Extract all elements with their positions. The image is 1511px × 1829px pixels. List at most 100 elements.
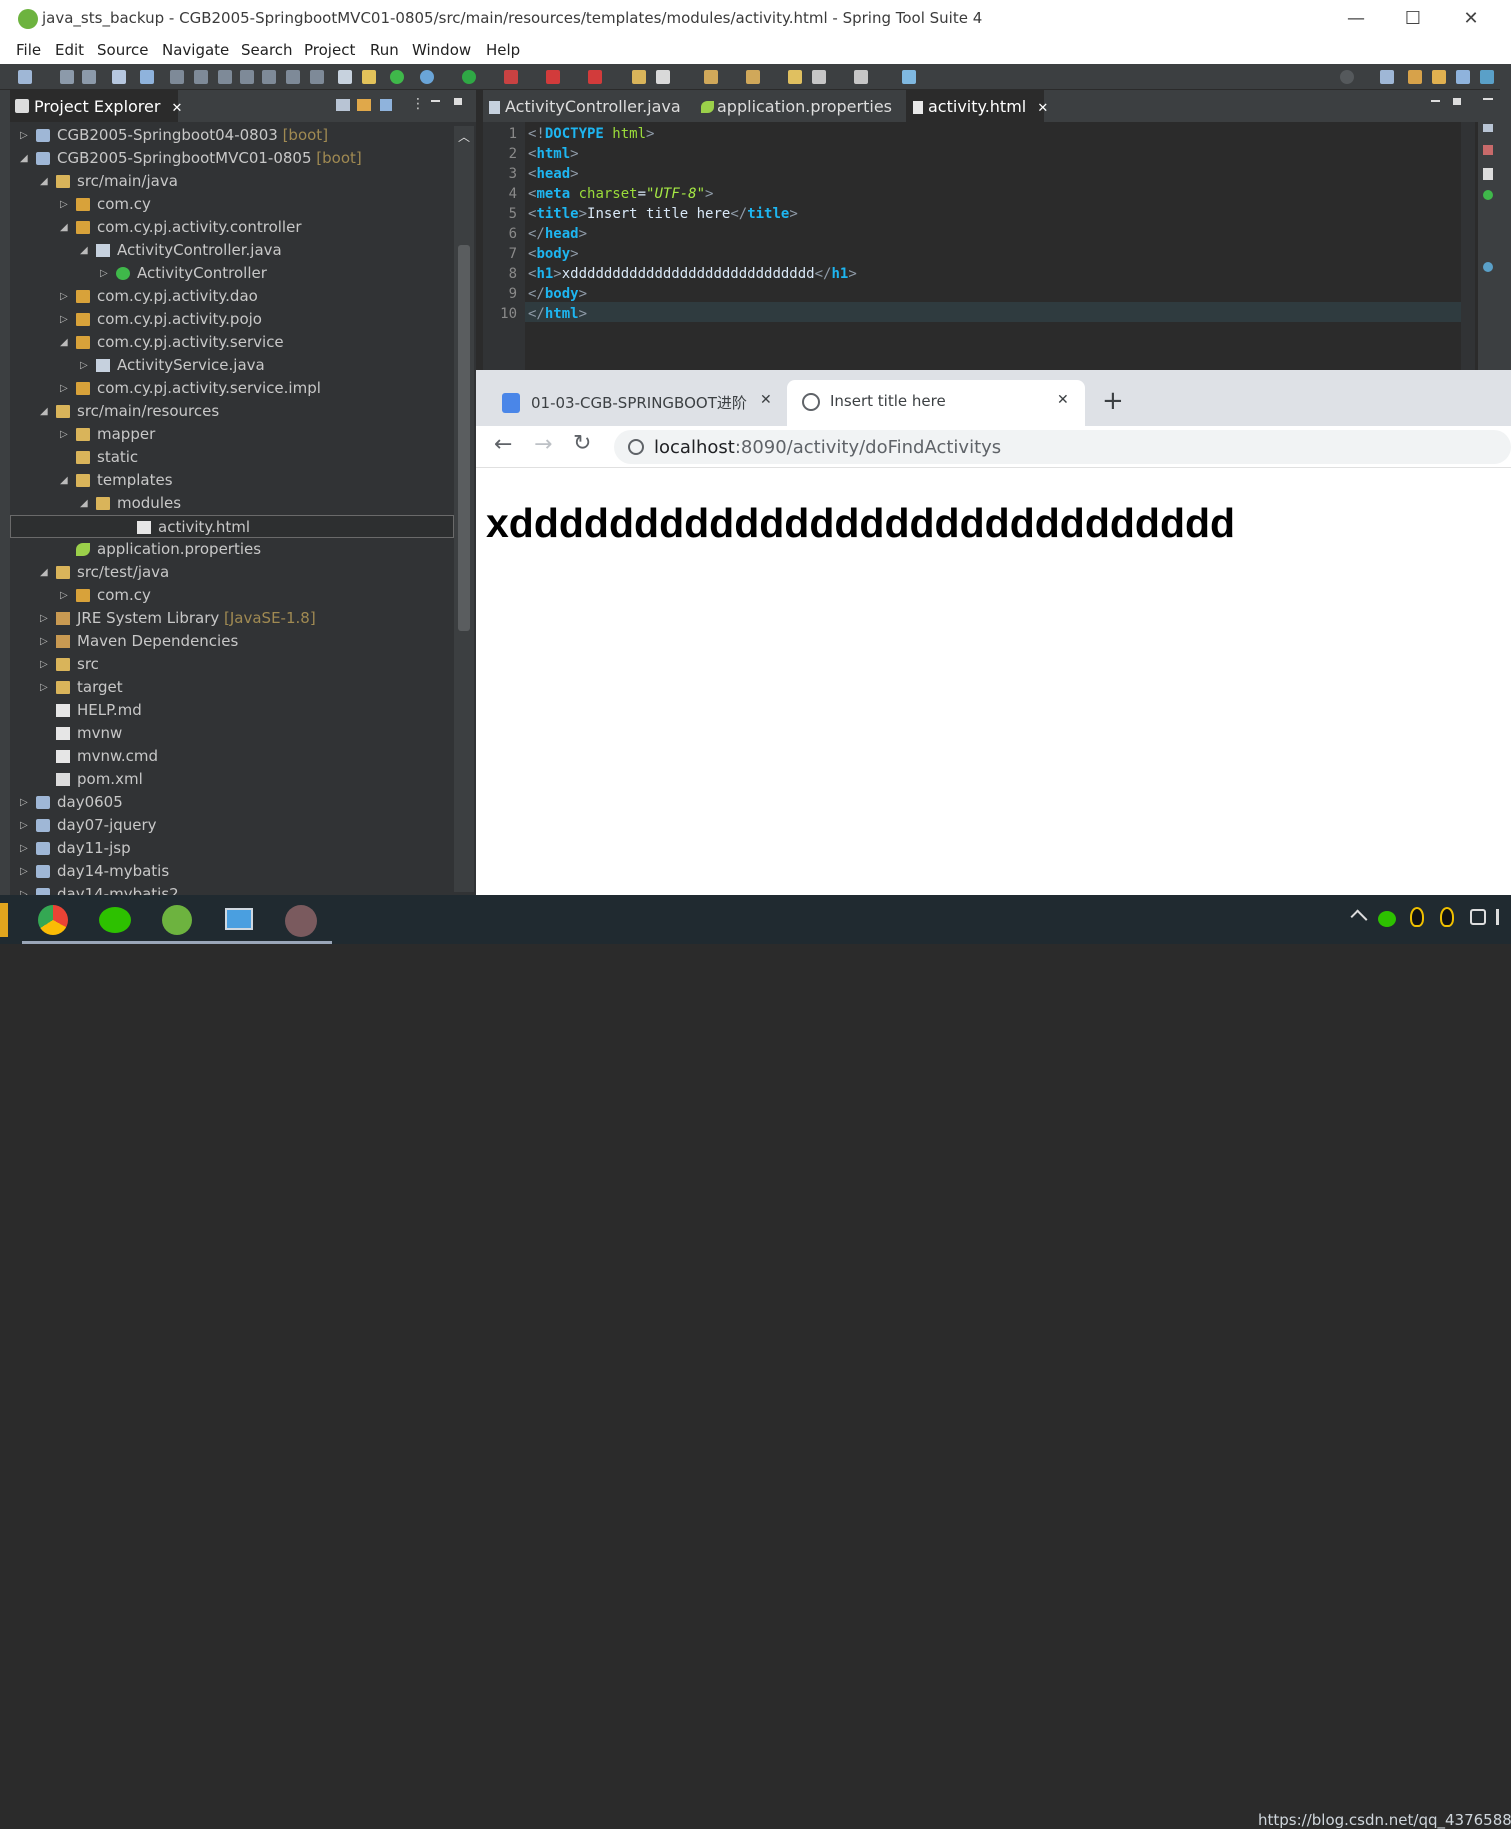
forward-button[interactable]: →	[534, 432, 552, 457]
tree-expand-icon[interactable]: ▷	[40, 676, 52, 699]
link-with-editor-icon[interactable]	[357, 99, 371, 111]
tree-expand-icon[interactable]: ▷	[60, 308, 72, 331]
back-icon[interactable]	[812, 70, 826, 84]
maximize-button[interactable]: ☐	[1400, 6, 1426, 32]
tree-item[interactable]: ▷ ActivityController	[10, 262, 454, 285]
tree-item[interactable]: mvnw.cmd	[10, 745, 454, 768]
tree-expand-icon[interactable]: ◢	[40, 170, 52, 193]
tab-activity-controller[interactable]: ActivityController.java	[483, 90, 695, 122]
debug-icon[interactable]	[420, 70, 434, 84]
open-perspective-icon[interactable]	[1380, 70, 1394, 84]
maximize-view-icon[interactable]	[454, 98, 462, 105]
tray-network-icon[interactable]	[1470, 909, 1486, 925]
close-browser-tab-button[interactable]: ✕	[1057, 392, 1069, 408]
tab-activity-html[interactable]: activity.html ✕	[906, 90, 1048, 122]
tree-expand-icon[interactable]: ▷	[100, 262, 112, 285]
last-edit-icon[interactable]	[788, 70, 802, 84]
tree-expand-icon[interactable]: ▷	[40, 630, 52, 653]
debug-perspective-icon[interactable]	[1432, 70, 1446, 84]
tree-item[interactable]: static	[10, 446, 454, 469]
tree-expand-icon[interactable]: ▷	[20, 837, 32, 860]
tree-item[interactable]: ▷ src	[10, 653, 454, 676]
next-annotation-icon[interactable]	[704, 70, 718, 84]
menu-project[interactable]: Project	[304, 41, 355, 59]
console-icon[interactable]	[112, 70, 126, 84]
browser-tab-active[interactable]: Insert title here ✕	[787, 380, 1085, 426]
tree-item[interactable]: ◢ src/test/java	[10, 561, 454, 584]
minimize-view-icon[interactable]	[431, 100, 440, 102]
tree-expand-icon[interactable]: ▷	[60, 285, 72, 308]
taskbar-edge-icon[interactable]	[0, 903, 8, 937]
tree-expand-icon[interactable]: ◢	[80, 492, 92, 515]
tree-item[interactable]: ▷ Maven Dependencies	[10, 630, 454, 653]
tree-expand-icon[interactable]: ▷	[60, 423, 72, 446]
tree-expand-icon[interactable]: ▷	[40, 653, 52, 676]
tree-item[interactable]: ◢ com.cy.pj.activity.controller	[10, 216, 454, 239]
code-line[interactable]: </head>	[528, 224, 587, 244]
tab-application-properties[interactable]: application.properties	[697, 90, 909, 122]
tree-item[interactable]: ◢ CGB2005-SpringbootMVC01-0805 [boot]	[10, 147, 454, 170]
menu-search[interactable]: Search	[241, 41, 293, 59]
code-line[interactable]: <meta charset="UTF-8">	[528, 184, 713, 204]
editor-scrollbar[interactable]	[1461, 122, 1475, 370]
maximize-editor-icon[interactable]	[1453, 98, 1461, 105]
tray-volume-icon[interactable]	[1496, 909, 1508, 925]
spring-perspective-icon[interactable]	[1456, 70, 1470, 84]
taskbar-remote[interactable]	[208, 900, 270, 944]
task-icon[interactable]	[362, 70, 376, 84]
code-line[interactable]: <body>	[528, 244, 579, 264]
tab-project-explorer[interactable]: Project Explorer ✕	[10, 90, 182, 122]
scroll-up-icon[interactable]: ︿	[458, 128, 470, 145]
tree-item[interactable]: ▷ com.cy	[10, 193, 454, 216]
step-into-icon[interactable]	[262, 70, 276, 84]
menu-source[interactable]: Source	[97, 41, 149, 59]
code-line[interactable]: <html>	[528, 144, 579, 164]
tree-item[interactable]: ◢ ActivityController.java	[10, 239, 454, 262]
close-tab-button[interactable]: ✕	[1037, 101, 1048, 116]
tree-item[interactable]: ▷ day14-mybatis	[10, 860, 454, 883]
tree-item[interactable]: ▷ mapper	[10, 423, 454, 446]
new-tab-button[interactable]: +	[1102, 386, 1124, 416]
tray-qq-icon[interactable]	[1410, 907, 1424, 927]
problems-icon[interactable]	[1483, 145, 1493, 155]
forward-icon[interactable]	[854, 70, 868, 84]
browser-tab-doc[interactable]: 01-03-CGB-SPRINGBOOT进阶 ✕	[490, 380, 784, 426]
menu-window[interactable]: Window	[412, 41, 471, 59]
tree-item[interactable]: ▷ com.cy.pj.activity.pojo	[10, 308, 454, 331]
git-perspective-icon[interactable]	[1480, 70, 1494, 84]
terminate-icon[interactable]	[218, 70, 232, 84]
menu-navigate[interactable]: Navigate	[162, 41, 229, 59]
taskbar-chrome[interactable]	[22, 900, 84, 944]
tree-expand-icon[interactable]: ◢	[40, 400, 52, 423]
tree-expand-icon[interactable]: ▷	[60, 193, 72, 216]
step-return-icon[interactable]	[310, 70, 324, 84]
tree-item[interactable]: ▷ day07-jquery	[10, 814, 454, 837]
tree-item[interactable]: activity.html	[10, 515, 454, 538]
close-browser-tab-button[interactable]: ✕	[760, 392, 772, 408]
address-bar[interactable]: localhost:8090/activity/doFindActivitys	[614, 430, 1511, 464]
disconnect-icon[interactable]	[240, 70, 254, 84]
tree-expand-icon[interactable]: ▷	[60, 377, 72, 400]
tree-expand-icon[interactable]: ▷	[20, 814, 32, 837]
run-external-icon[interactable]	[504, 70, 518, 84]
stop-icon[interactable]	[546, 70, 560, 84]
tray-wechat-icon[interactable]	[1378, 911, 1396, 927]
open-type-icon[interactable]	[338, 70, 352, 84]
tree-item[interactable]: ◢ modules	[10, 492, 454, 515]
close-window-button[interactable]: ✕	[1458, 6, 1484, 32]
code-line[interactable]: <head>	[528, 164, 579, 184]
tree-expand-icon[interactable]: ◢	[40, 561, 52, 584]
tree-item[interactable]: ▷ ActivityService.java	[10, 354, 454, 377]
back-button[interactable]: ←	[494, 432, 512, 457]
tree-expand-icon[interactable]: ◢	[60, 331, 72, 354]
resume-icon[interactable]	[170, 70, 184, 84]
menu-edit[interactable]: Edit	[55, 41, 84, 59]
servers-icon[interactable]	[1483, 262, 1493, 272]
tree-item[interactable]: ▷ JRE System Library [JavaSE-1.8]	[10, 607, 454, 630]
code-line[interactable]: </html>	[528, 304, 587, 324]
tree-item[interactable]: ▷ day11-jsp	[10, 837, 454, 860]
tree-item[interactable]: ▷ target	[10, 676, 454, 699]
tree-expand-icon[interactable]: ◢	[20, 147, 32, 170]
boot-dashboard-icon[interactable]	[1483, 190, 1493, 200]
tree-expand-icon[interactable]: ▷	[20, 124, 32, 147]
